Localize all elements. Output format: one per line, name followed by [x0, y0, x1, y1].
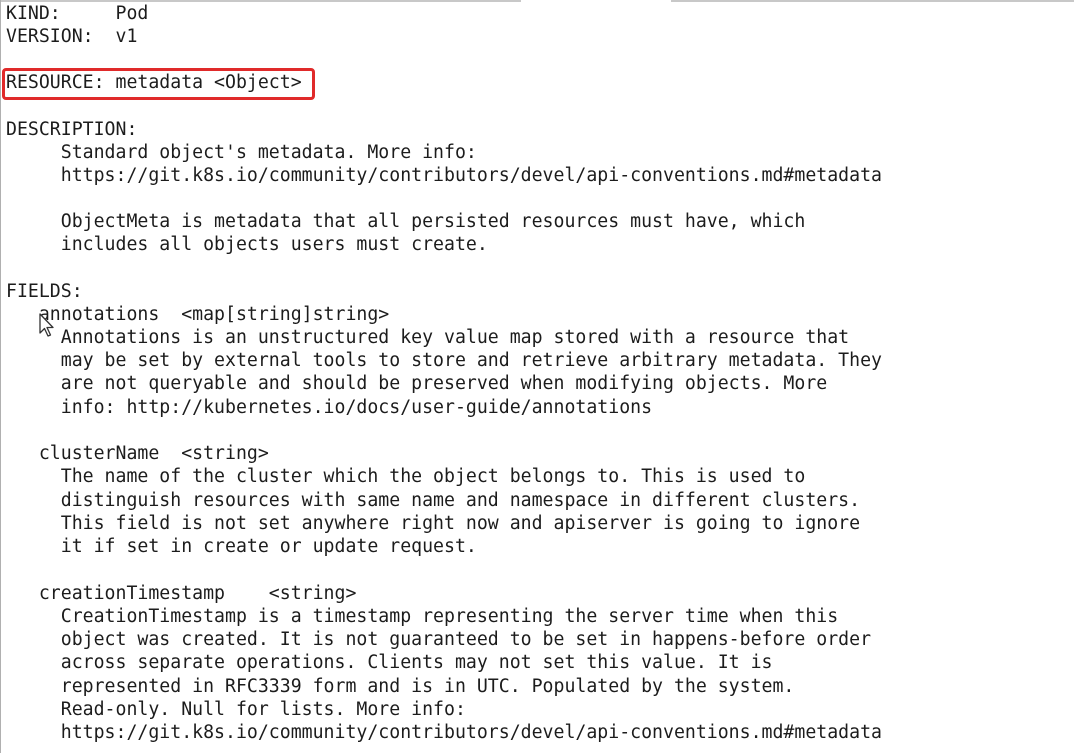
- field-clustername-desc: distinguish resources with same name and…: [6, 490, 861, 511]
- description-link: https://git.k8s.io/community/contributor…: [6, 165, 882, 186]
- kind-line: KIND: Pod: [6, 3, 149, 24]
- field-annotations-desc: Annotations is an unstructured key value…: [6, 327, 850, 348]
- field-clustername-desc: This field is not set anywhere right now…: [6, 513, 861, 534]
- field-annotations-name: annotations <map[string]string>: [6, 304, 390, 325]
- field-creationtimestamp-name: creationTimestamp <string>: [6, 583, 357, 604]
- fields-heading: FIELDS:: [6, 281, 83, 302]
- field-annotations-desc: info: http://kubernetes.io/docs/user-gui…: [6, 397, 653, 418]
- version-line: VERSION: v1: [6, 26, 138, 47]
- field-creationtimestamp-desc: CreationTimestamp is a timestamp represe…: [6, 606, 839, 627]
- field-clustername-desc: The name of the cluster which the object…: [6, 466, 806, 487]
- field-annotations-desc: may be set by external tools to store an…: [6, 350, 882, 371]
- field-creationtimestamp-desc: object was created. It is not guaranteed…: [6, 629, 872, 650]
- terminal-output[interactable]: KIND: Pod VERSION: v1 RESOURCE: metadata…: [0, 0, 1074, 753]
- description-text: ObjectMeta is metadata that all persiste…: [6, 211, 806, 232]
- field-creationtimestamp-desc: represented in RFC3339 form and is in UT…: [6, 676, 795, 697]
- window-top-edge: [671, 0, 1074, 2]
- description-text: includes all objects users must create.: [6, 234, 488, 255]
- field-creationtimestamp-desc: Read-only. Null for lists. More info:: [6, 699, 466, 720]
- description-heading: DESCRIPTION:: [6, 119, 138, 140]
- description-text: Standard object's metadata. More info:: [6, 142, 477, 163]
- field-clustername-name: clusterName <string>: [6, 443, 269, 464]
- field-creationtimestamp-desc: across separate operations. Clients may …: [6, 652, 773, 673]
- field-creationtimestamp-link: https://git.k8s.io/community/contributor…: [6, 722, 882, 743]
- field-annotations-desc: are not queryable and should be preserve…: [6, 373, 828, 394]
- field-clustername-desc: it if set in create or update request.: [6, 536, 477, 557]
- resource-highlight-box: [2, 68, 315, 100]
- mouse-pointer-icon: [39, 313, 54, 337]
